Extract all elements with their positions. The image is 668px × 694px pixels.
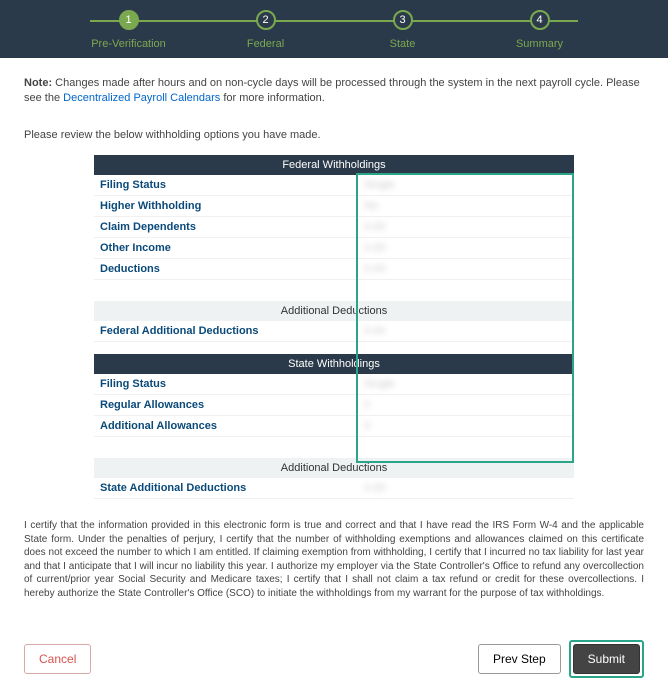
submit-button[interactable]: Submit xyxy=(573,644,640,674)
table-row: Regular Allowances0 xyxy=(94,394,574,415)
table-row: State Additional Deductions0.00 xyxy=(94,478,574,499)
table-row: Filing StatusSingle xyxy=(94,175,574,196)
step-label: Federal xyxy=(247,38,284,50)
table-row: Higher WithholdingNo xyxy=(94,195,574,216)
step-number-icon: 1 xyxy=(119,10,139,30)
step-number-icon: 3 xyxy=(393,10,413,30)
federal-subheader: Additional Deductions xyxy=(94,301,574,321)
step-number-icon: 4 xyxy=(530,10,550,30)
federal-withholdings-table: Federal Withholdings Filing StatusSingle… xyxy=(94,155,574,500)
table-row: Claim Dependents0.00 xyxy=(94,216,574,237)
table-row: Federal Additional Deductions0.00 xyxy=(94,321,574,342)
federal-header: Federal Withholdings xyxy=(94,155,574,175)
progress-stepper: 1 Pre-Verification 2 Federal 3 State 4 S… xyxy=(0,0,668,58)
prev-step-button[interactable]: Prev Step xyxy=(478,644,561,674)
submit-highlight-box: Submit xyxy=(569,640,644,678)
payroll-calendars-link[interactable]: Decentralized Payroll Calendars xyxy=(63,92,220,104)
note-label: Note: xyxy=(24,77,52,89)
withholdings-tables: Federal Withholdings Filing StatusSingle… xyxy=(94,155,574,500)
state-header: State Withholdings xyxy=(94,354,574,374)
table-row: Deductions0.00 xyxy=(94,258,574,279)
table-row: Filing StatusSingle xyxy=(94,374,574,395)
certification-text: I certify that the information provided … xyxy=(24,519,644,600)
step-federal[interactable]: 2 Federal xyxy=(197,10,334,50)
step-pre-verification[interactable]: 1 Pre-Verification xyxy=(60,10,197,50)
table-row: Other Income0.00 xyxy=(94,237,574,258)
note-text: Note: Changes made after hours and on no… xyxy=(24,76,644,107)
review-instruction: Please review the below withholding opti… xyxy=(24,129,644,141)
step-label: Summary xyxy=(516,38,563,50)
cancel-button[interactable]: Cancel xyxy=(24,644,91,674)
step-number-icon: 2 xyxy=(256,10,276,30)
step-label: Pre-Verification xyxy=(91,38,166,50)
step-summary[interactable]: 4 Summary xyxy=(471,10,608,50)
step-state[interactable]: 3 State xyxy=(334,10,471,50)
state-subheader: Additional Deductions xyxy=(94,458,574,478)
footer-actions: Cancel Prev Step Submit xyxy=(0,640,668,694)
table-row: Additional Allowances0 xyxy=(94,415,574,436)
step-label: State xyxy=(390,38,416,50)
